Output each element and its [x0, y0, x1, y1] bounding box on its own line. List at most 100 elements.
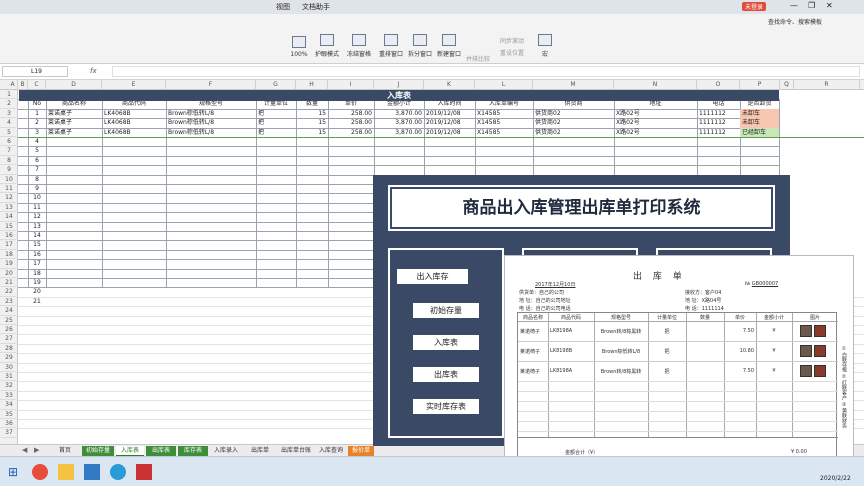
wps-icon[interactable] — [136, 464, 152, 480]
row-header-21[interactable]: 21 — [0, 278, 18, 288]
formula-input[interactable] — [112, 66, 860, 77]
sheet-tab-0[interactable]: 首页 — [52, 446, 78, 456]
tab-nav-right-icon[interactable]: ▶ — [34, 446, 39, 454]
row-header-10[interactable]: 10 — [0, 175, 18, 184]
row-header-11[interactable]: 11 — [0, 184, 18, 194]
row-header-15[interactable]: 15 — [0, 222, 18, 231]
close-icon[interactable]: ✕ — [826, 1, 833, 10]
new-window-button[interactable]: 新建窗口 — [434, 18, 464, 58]
row-header-29[interactable]: 29 — [0, 353, 18, 363]
row-header-36[interactable]: 36 — [0, 419, 18, 429]
sheet-tab-4[interactable]: 库存表 — [178, 446, 208, 456]
row-header-7[interactable]: 7 — [0, 146, 18, 156]
col-header-F[interactable]: F — [166, 80, 256, 90]
row-header-25[interactable]: 25 — [0, 316, 18, 325]
macro-button[interactable]: 宏 — [530, 18, 560, 58]
side-by-side-button[interactable]: 并排比较 — [466, 54, 490, 63]
folder-icon[interactable] — [58, 464, 74, 480]
zoom-100-button[interactable]: 100% — [284, 18, 314, 58]
row-header-12[interactable]: 12 — [0, 193, 18, 203]
row-header-13[interactable]: 13 — [0, 203, 18, 213]
menu-doc-assistant[interactable]: 文档助手 — [302, 2, 330, 12]
row-header-2[interactable]: 2 — [0, 99, 18, 109]
minimize-icon[interactable]: — — [790, 1, 798, 10]
btn-inbound-sheet[interactable]: 入库表 — [412, 334, 480, 351]
row-header-6[interactable]: 6 — [0, 137, 18, 147]
row-header-22[interactable]: 22 — [0, 287, 18, 297]
col-header-G[interactable]: G — [256, 80, 296, 90]
app-icon[interactable] — [84, 464, 100, 480]
restore-icon[interactable]: ❐ — [808, 1, 815, 10]
row-header-16[interactable]: 16 — [0, 231, 18, 241]
col-header-D[interactable]: D — [46, 80, 102, 90]
tab-nav-left-icon[interactable]: ◀ — [22, 446, 27, 454]
row-header-14[interactable]: 14 — [0, 212, 18, 222]
sheet-tab-2[interactable]: 入库表 — [116, 446, 144, 456]
col-header-K[interactable]: K — [424, 80, 475, 90]
btn-realtime-stock[interactable]: 实时库存表 — [412, 398, 480, 415]
col-header-M[interactable]: M — [533, 80, 614, 90]
btn-initial-stock[interactable]: 初始存量 — [412, 302, 480, 319]
row-header-37[interactable]: 37 — [0, 428, 18, 438]
row-header-1[interactable]: 1 — [0, 90, 18, 100]
sheet-tab-6[interactable]: 出库单 — [244, 446, 276, 456]
col-header-C[interactable]: C — [28, 80, 46, 90]
no-cell: 21 — [33, 297, 41, 305]
row-header-32[interactable]: 32 — [0, 381, 18, 391]
arrange-windows-button[interactable]: 重排窗口 — [376, 18, 406, 58]
col-header-A[interactable]: A — [8, 80, 18, 90]
col-header-N[interactable]: N — [614, 80, 697, 90]
row-header-34[interactable]: 34 — [0, 400, 18, 410]
sheet-tab-1[interactable]: 初始存量 — [82, 446, 114, 456]
col-header-J[interactable]: J — [374, 80, 424, 90]
row-header-4[interactable]: 4 — [0, 118, 18, 128]
split-window-button[interactable]: 拆分窗口 — [405, 18, 435, 58]
row-header-26[interactable]: 26 — [0, 325, 18, 335]
row-header-35[interactable]: 35 — [0, 410, 18, 419]
row-header-23[interactable]: 23 — [0, 297, 18, 307]
col-header-O[interactable]: O — [697, 80, 740, 90]
ie-icon[interactable] — [110, 464, 126, 480]
row-header-9[interactable]: 9 — [0, 165, 18, 175]
menu-view[interactable]: 视图 — [276, 2, 290, 12]
row-header-30[interactable]: 30 — [0, 363, 18, 372]
row-header-27[interactable]: 27 — [0, 334, 18, 344]
row-header-20[interactable]: 20 — [0, 269, 18, 278]
col-header-P[interactable]: P — [740, 80, 780, 90]
row-header-33[interactable]: 33 — [0, 391, 18, 401]
btn-outbound-sheet[interactable]: 出库表 — [412, 366, 480, 383]
reset-position-button[interactable]: 重设位置 — [500, 48, 524, 57]
row-header-17[interactable]: 17 — [0, 240, 18, 250]
row-header-19[interactable]: 19 — [0, 259, 18, 269]
eye-protection-button[interactable]: 护眼模式 — [312, 18, 342, 58]
sync-scroll-button[interactable]: 同步滚动 — [500, 36, 524, 45]
sheet-tab-9[interactable]: 报价单 — [348, 446, 374, 456]
col-header-Q[interactable]: Q — [780, 80, 794, 90]
btn-inout-stock[interactable]: 出入库存 — [396, 268, 469, 285]
windows-start-icon[interactable]: ⊞ — [8, 465, 18, 479]
doc-col-line — [548, 313, 549, 437]
col-header-B[interactable]: B — [18, 80, 28, 90]
name-box[interactable]: L19 — [2, 66, 68, 77]
login-badge[interactable]: 未登录 — [742, 2, 767, 11]
col-header-E[interactable]: E — [102, 80, 166, 90]
row-header-18[interactable]: 18 — [0, 250, 18, 260]
browser-icon[interactable] — [32, 464, 48, 480]
row-header-8[interactable]: 8 — [0, 156, 18, 166]
row-header-31[interactable]: 31 — [0, 372, 18, 382]
col-header-I[interactable]: I — [328, 80, 374, 90]
freeze-panes-button[interactable]: 冻结窗格 — [344, 18, 374, 58]
sheet-tab-8[interactable]: 入库查询 — [316, 446, 346, 456]
col-header-H[interactable]: H — [296, 80, 328, 90]
search-commands[interactable]: 查找命令、搜索模板 — [768, 17, 822, 26]
row-header-28[interactable]: 28 — [0, 344, 18, 354]
row-header-5[interactable]: 5 — [0, 128, 18, 137]
sheet-tab-7[interactable]: 出库单台账 — [278, 446, 314, 456]
row-header-3[interactable]: 3 — [0, 109, 18, 119]
fx-icon[interactable]: fx — [90, 67, 97, 75]
sheet-tab-5[interactable]: 入库录入 — [210, 446, 242, 456]
row-header-24[interactable]: 24 — [0, 306, 18, 316]
col-header-R[interactable]: R — [794, 80, 860, 90]
sheet-tab-3[interactable]: 出库表 — [146, 446, 176, 456]
col-header-L[interactable]: L — [475, 80, 533, 90]
